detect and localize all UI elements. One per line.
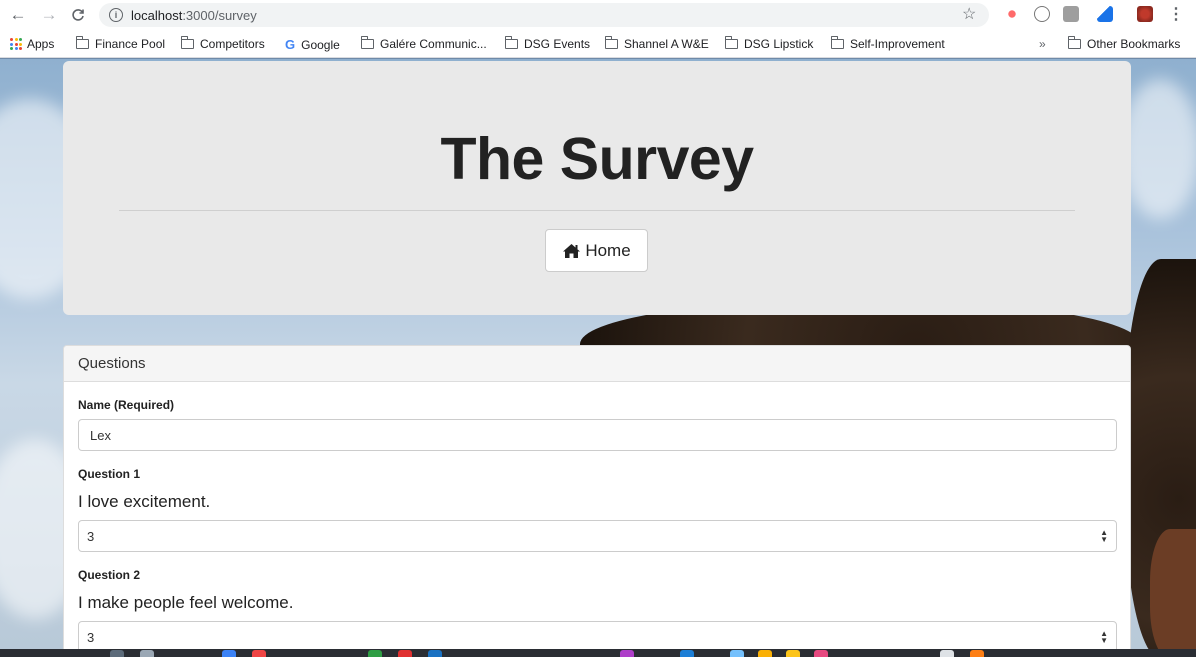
name-label: Name (Required) bbox=[78, 398, 175, 412]
bookmark-dsg-lipstick[interactable]: DSG Lipstick bbox=[724, 36, 813, 51]
google-icon: G bbox=[285, 37, 296, 52]
dock-app-icon[interactable] bbox=[620, 650, 634, 657]
url-host: localhost bbox=[131, 7, 183, 23]
question-2-text: I make people feel welcome. bbox=[78, 593, 294, 612]
question-2-selected-value: 3 bbox=[87, 629, 95, 645]
bookmarks-overflow-button[interactable]: » bbox=[1039, 37, 1046, 51]
dock-app-icon[interactable] bbox=[428, 650, 442, 657]
page-title: The Survey bbox=[440, 126, 754, 192]
url-path: :3000/survey bbox=[182, 7, 257, 23]
bookmark-competitors[interactable]: Competitors bbox=[180, 36, 265, 51]
dock-app-icon[interactable] bbox=[252, 650, 266, 657]
dock-app-icon[interactable] bbox=[730, 650, 744, 657]
dock-strip bbox=[0, 649, 1196, 657]
dock-app-icon[interactable] bbox=[222, 650, 236, 657]
bookmark-shannel[interactable]: Shannel A W&E bbox=[604, 36, 709, 51]
bookmark-self-improvement[interactable]: Self-Improvement bbox=[830, 36, 945, 51]
extension-icon[interactable] bbox=[1034, 6, 1050, 22]
questions-panel: Questions Name (Required) Question 1 I l… bbox=[63, 345, 1131, 649]
select-arrows-icon: ▲ ▼ bbox=[1100, 629, 1108, 645]
dock-app-icon[interactable] bbox=[940, 650, 954, 657]
extension-icon[interactable] bbox=[1097, 6, 1113, 22]
background-photo-face bbox=[1150, 529, 1196, 649]
background-cloud bbox=[1120, 79, 1196, 219]
home-button[interactable]: Home bbox=[545, 229, 648, 272]
menu-dots-icon[interactable]: ⋮ bbox=[1168, 4, 1184, 24]
info-icon[interactable]: i bbox=[109, 8, 123, 22]
question-1-selected-value: 3 bbox=[87, 528, 95, 544]
address-bar[interactable]: i localhost:3000/survey bbox=[99, 3, 989, 27]
back-arrow-icon[interactable]: ← bbox=[6, 3, 30, 27]
extension-icon[interactable] bbox=[1063, 6, 1079, 22]
page-background: The Survey Home Questions Name (Required… bbox=[0, 59, 1196, 649]
name-input[interactable] bbox=[78, 419, 1117, 451]
browser-toolbar: ← → i localhost:3000/survey ☆ ⋮ bbox=[0, 0, 1196, 32]
star-icon[interactable]: ☆ bbox=[962, 4, 976, 24]
folder-icon bbox=[830, 36, 844, 49]
folder-icon bbox=[360, 36, 374, 49]
dock-app-icon[interactable] bbox=[140, 650, 154, 657]
divider bbox=[119, 210, 1075, 211]
bookmarks-bar: Apps Finance Pool Competitors G Google Ga… bbox=[0, 32, 1196, 58]
folder-icon bbox=[180, 36, 194, 49]
jumbotron: The Survey Home bbox=[63, 61, 1131, 315]
bookmark-finance-pool[interactable]: Finance Pool bbox=[75, 36, 165, 51]
panel-heading: Questions bbox=[64, 346, 1130, 382]
bookmark-other-bookmarks[interactable]: Other Bookmarks bbox=[1067, 36, 1180, 51]
question-2-select[interactable]: 3 ▲ ▼ bbox=[78, 621, 1117, 649]
bookmark-google[interactable]: G Google bbox=[285, 37, 340, 52]
extension-icon[interactable] bbox=[1004, 6, 1020, 22]
bookmark-galere[interactable]: Galére Communic... bbox=[360, 36, 487, 51]
folder-icon bbox=[724, 36, 738, 49]
dock-app-icon[interactable] bbox=[786, 650, 800, 657]
folder-icon bbox=[75, 36, 89, 49]
bookmark-apps[interactable]: Apps bbox=[10, 37, 54, 51]
bookmark-dsg-events[interactable]: DSG Events bbox=[504, 36, 590, 51]
dock-app-icon[interactable] bbox=[814, 650, 828, 657]
dock-app-icon[interactable] bbox=[368, 650, 382, 657]
home-icon bbox=[563, 243, 581, 258]
apps-grid-icon bbox=[10, 38, 22, 50]
folder-icon bbox=[1067, 36, 1081, 49]
question-1-select[interactable]: 3 ▲ ▼ bbox=[78, 520, 1117, 552]
dock-app-icon[interactable] bbox=[398, 650, 412, 657]
select-arrows-icon: ▲ ▼ bbox=[1100, 528, 1108, 544]
folder-icon bbox=[604, 36, 618, 49]
home-label: Home bbox=[585, 240, 631, 260]
question-1-text: I love excitement. bbox=[78, 492, 211, 511]
reload-icon[interactable] bbox=[66, 3, 90, 27]
profile-avatar[interactable] bbox=[1137, 6, 1153, 22]
dock-app-icon[interactable] bbox=[970, 650, 984, 657]
question-1-label: Question 1 bbox=[78, 467, 141, 481]
folder-icon bbox=[504, 36, 518, 49]
dock-app-icon[interactable] bbox=[110, 650, 124, 657]
dock-app-icon[interactable] bbox=[680, 650, 694, 657]
question-2-label: Question 2 bbox=[78, 568, 141, 582]
forward-arrow-icon[interactable]: → bbox=[37, 3, 61, 27]
dock-app-icon[interactable] bbox=[758, 650, 772, 657]
